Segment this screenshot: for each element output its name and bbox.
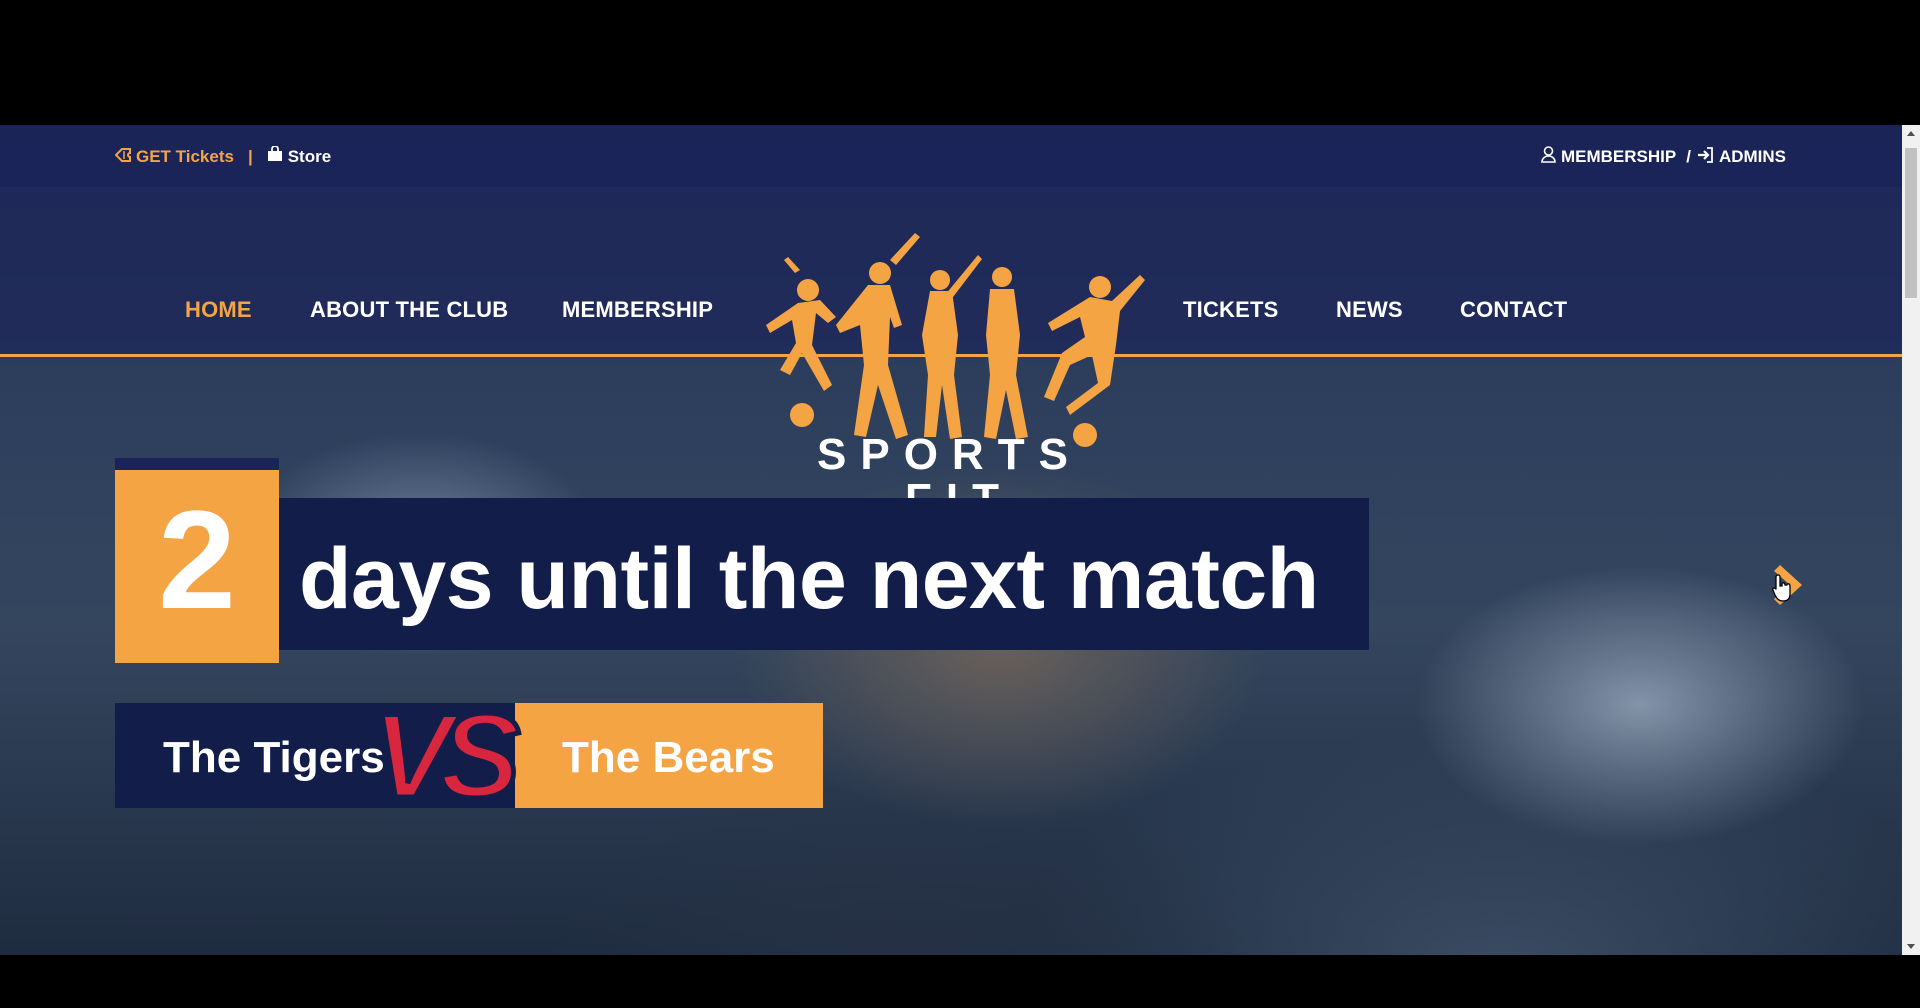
admins-link[interactable]: ADMINS: [1697, 146, 1786, 168]
nav-home[interactable]: HOME: [185, 297, 252, 323]
hand-cursor-icon: [1772, 574, 1791, 602]
away-team-panel: The Bears: [515, 703, 823, 808]
link-separator: |: [247, 146, 253, 166]
membership-top-link[interactable]: MEMBERSHIP: [1541, 146, 1676, 168]
slash-separator: /: [1686, 147, 1691, 166]
countdown-number: 2: [158, 481, 236, 638]
countdown-banner: days until the next match: [279, 498, 1369, 650]
countdown-number-box: 2: [115, 458, 279, 663]
home-team-name: The Tigers: [163, 733, 385, 782]
shopping-bag-icon: [267, 145, 283, 167]
scroll-down-icon[interactable]: [1902, 938, 1920, 955]
top-right-links: MEMBERSHIP / ADMINS: [1541, 146, 1786, 168]
sign-in-icon: [1697, 146, 1714, 168]
scroll-thumb[interactable]: [1905, 148, 1917, 298]
nav-membership[interactable]: MEMBERSHIP: [562, 297, 713, 323]
membership-top-label: MEMBERSHIP: [1560, 147, 1677, 166]
top-utility-bar: GET Tickets | Store MEMBERSHIP / ADMINS: [0, 125, 1902, 187]
top-left-links: GET Tickets | Store: [114, 145, 332, 167]
store-label: Store: [287, 146, 332, 166]
get-tickets-link[interactable]: GET Tickets: [114, 146, 234, 167]
page-scrollbar[interactable]: [1902, 125, 1920, 955]
browser-viewport: GET Tickets | Store MEMBERSHIP / ADMINS …: [0, 125, 1902, 955]
away-team-name: The Bears: [562, 733, 775, 782]
screen: GET Tickets | Store MEMBERSHIP / ADMINS …: [0, 0, 1920, 1008]
get-tickets-label: GET Tickets: [136, 146, 234, 166]
logo-text-sports: SPORTS: [817, 430, 1082, 479]
nav-news[interactable]: NEWS: [1336, 297, 1403, 323]
versus-text: VS: [372, 697, 519, 817]
nav-contact[interactable]: CONTACT: [1460, 297, 1567, 323]
ticket-icon: [114, 147, 131, 167]
user-icon: [1541, 146, 1556, 168]
versus-badge: VS: [372, 697, 534, 817]
scroll-up-icon[interactable]: [1902, 125, 1920, 142]
nav-tickets[interactable]: TICKETS: [1183, 297, 1279, 323]
admins-label: ADMINS: [1718, 147, 1786, 166]
countdown-text: days until the next match: [299, 531, 1319, 627]
nav-about-the-club[interactable]: ABOUT THE CLUB: [310, 297, 508, 323]
store-link[interactable]: Store: [267, 145, 332, 167]
